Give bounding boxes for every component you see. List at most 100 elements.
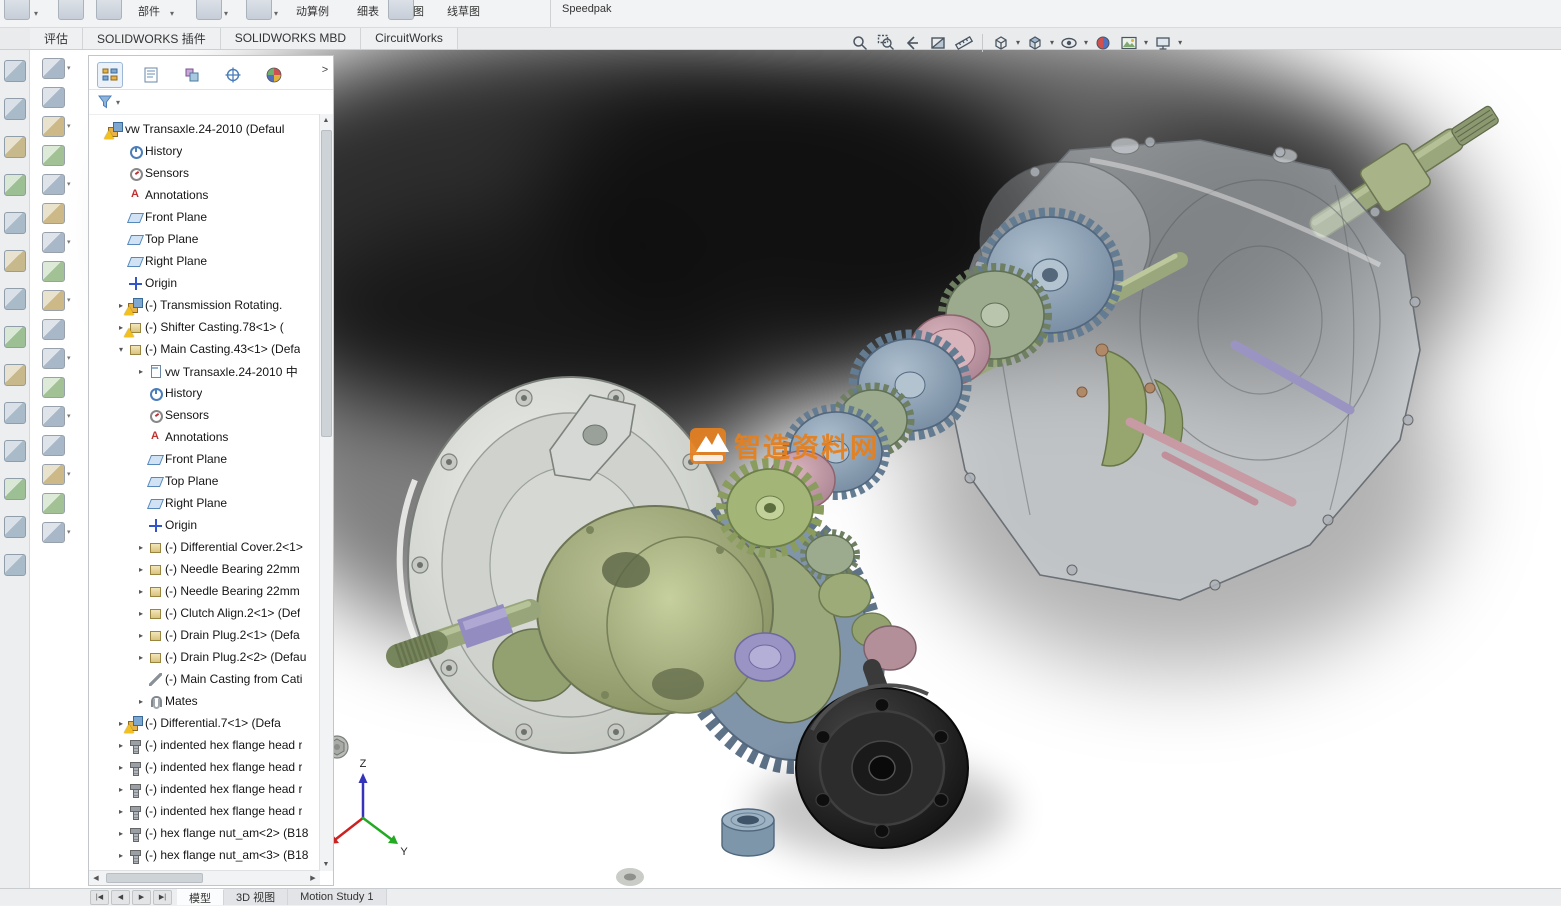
ribbon-button-insert-component[interactable]: 部件 [138, 3, 160, 19]
tree-item[interactable]: ▸(-) Shifter Casting.78<1> ( [89, 316, 320, 338]
tree-expand-arrow[interactable]: ▸ [115, 829, 127, 838]
tree-item[interactable]: Annotations [89, 426, 320, 448]
ribbon-dropdown-4[interactable] [274, 9, 278, 18]
tree-item[interactable]: ▸(-) Clutch Align.2<1> (Def [89, 602, 320, 624]
tree-item[interactable]: (-) Main Casting from Cati [89, 668, 320, 690]
dock-toolbar-icon-8[interactable] [42, 261, 65, 282]
scroll-left-arrow[interactable] [89, 874, 103, 882]
tree-expand-arrow[interactable]: ▸ [135, 587, 147, 596]
dock-toolbar-item-1[interactable] [42, 58, 90, 78]
tree-item[interactable]: Origin [89, 272, 320, 294]
tree-item[interactable]: ▸(-) Transmission Rotating. [89, 294, 320, 316]
ribbon-icon-3[interactable] [96, 0, 122, 20]
filter-icon[interactable] [97, 94, 113, 110]
apply-scene-dropdown[interactable] [1144, 38, 1148, 47]
scroll-down-arrow[interactable] [320, 858, 332, 871]
ribbon-dropdown-3[interactable] [224, 9, 228, 18]
ribbon-button-bom[interactable]: 细表 [357, 3, 379, 19]
tree-item[interactable]: Front Plane [89, 448, 320, 470]
ribbon-icon-6[interactable] [388, 0, 414, 20]
left-toolbar-icon-8[interactable] [4, 326, 26, 348]
tree-item[interactable]: ▸(-) Needle Bearing 22mm [89, 558, 320, 580]
ribbon-button-explode-line-sketch[interactable]: 线草图 [447, 3, 480, 19]
left-toolbar-icon-2[interactable] [4, 98, 26, 120]
tree-item[interactable]: History [89, 140, 320, 162]
horizontal-scroll-thumb[interactable] [106, 873, 203, 883]
dock-toolbar-item-13[interactable] [42, 406, 90, 426]
tree-item[interactable]: ▸(-) hex flange nut_am<3> (B18 [89, 844, 320, 866]
configurationmanager-tab[interactable] [179, 62, 205, 88]
tree-item[interactable]: ▸(-) Drain Plug.2<1> (Defa [89, 624, 320, 646]
model-carrier-bearing[interactable] [735, 633, 795, 681]
tree-expand-arrow[interactable]: ▸ [115, 851, 127, 860]
dock-toolbar-icon-6[interactable] [42, 203, 65, 224]
left-toolbar-icon-9[interactable] [4, 364, 26, 386]
dock-toolbar-icon-11[interactable] [42, 348, 65, 369]
view-settings-icon[interactable] [1151, 31, 1175, 55]
featuremanager-tab[interactable] [97, 62, 123, 88]
ribbon-icon-1[interactable] [4, 0, 30, 20]
tree-expand-arrow[interactable]: ▸ [115, 785, 127, 794]
tree-item[interactable]: vw Transaxle.24-2010 (Defaul [89, 118, 320, 140]
edit-appearance-icon[interactable] [1091, 31, 1115, 55]
dock-toolbar-item-7[interactable] [42, 232, 90, 252]
tree-item[interactable]: ▸(-) hex flange nut_am<2> (B18 [89, 822, 320, 844]
study-nav-button[interactable]: ▶| [153, 890, 172, 905]
tree-item[interactable]: Sensors [89, 404, 320, 426]
tree-item[interactable]: Sensors [89, 162, 320, 184]
ribbon-button-exploded-view[interactable]: 图 [413, 3, 424, 19]
panel-flyout-arrow[interactable] [318, 64, 332, 76]
zoom-area-icon[interactable] [874, 31, 898, 55]
commandmanager-tab[interactable]: SOLIDWORKS MBD [221, 27, 361, 49]
ribbon-icon-4[interactable] [196, 0, 222, 20]
study-nav-button[interactable]: |◀ [90, 890, 109, 905]
dock-toolbar-icon-9[interactable] [42, 290, 65, 311]
dock-toolbar-item-12[interactable] [42, 377, 90, 397]
view-settings-dropdown[interactable] [1178, 38, 1182, 47]
left-toolbar-icon-14[interactable] [4, 554, 26, 576]
ribbon-button-speedpak[interactable]: Speedpak [562, 3, 612, 15]
ribbon-icon-2[interactable] [58, 0, 84, 20]
left-toolbar-icon-5[interactable] [4, 212, 26, 234]
dock-toolbar-icon-7[interactable] [42, 232, 65, 253]
study-nav-button[interactable]: ◀ [111, 890, 130, 905]
tree-expand-arrow[interactable]: ▸ [135, 565, 147, 574]
ribbon-dropdown-2[interactable] [170, 9, 174, 18]
tree-expand-arrow[interactable]: ▸ [135, 631, 147, 640]
displaymanager-tab[interactable] [261, 62, 287, 88]
tree-item[interactable]: ▸Mates [89, 690, 320, 712]
commandmanager-tab[interactable]: SOLIDWORKS 插件 [83, 27, 221, 49]
tree-item[interactable]: Right Plane [89, 492, 320, 514]
hide-show-items-dropdown[interactable] [1084, 38, 1088, 47]
dock-toolbar-item-4[interactable] [42, 145, 90, 165]
dock-toolbar-item-3[interactable] [42, 116, 90, 136]
left-toolbar-icon-3[interactable] [4, 136, 26, 158]
dock-toolbar-icon-2[interactable] [42, 87, 65, 108]
dock-toolbar-icon-10[interactable] [42, 319, 65, 340]
tree-item[interactable]: ▾(-) Main Casting.43<1> (Defa [89, 338, 320, 360]
previous-view-icon[interactable] [900, 31, 924, 55]
left-toolbar-icon-11[interactable] [4, 440, 26, 462]
tree-item[interactable]: ▸(-) indented hex flange head r [89, 778, 320, 800]
dock-toolbar-item-6[interactable] [42, 203, 90, 223]
tree-expand-arrow[interactable]: ▸ [135, 697, 147, 706]
tree-expand-arrow[interactable]: ▸ [135, 367, 147, 376]
dock-toolbar-item-10[interactable] [42, 319, 90, 339]
dock-toolbar-icon-3[interactable] [42, 116, 65, 137]
view-orientation-icon[interactable] [989, 31, 1013, 55]
tree-item[interactable]: ▸(-) indented hex flange head r [89, 734, 320, 756]
section-view-icon[interactable] [926, 31, 950, 55]
dock-toolbar-item-9[interactable] [42, 290, 90, 310]
tree-item[interactable]: History [89, 382, 320, 404]
study-tab[interactable]: Motion Study 1 [288, 889, 386, 905]
dock-toolbar-item-14[interactable] [42, 435, 90, 455]
study-nav-button[interactable]: ▶ [132, 890, 151, 905]
view-orientation-dropdown[interactable] [1016, 38, 1020, 47]
filter-dropdown[interactable] [116, 98, 120, 107]
left-toolbar-icon-4[interactable] [4, 174, 26, 196]
apply-scene-icon[interactable] [1117, 31, 1141, 55]
hide-show-items-icon[interactable] [1057, 31, 1081, 55]
tree-expand-arrow[interactable]: ▸ [115, 763, 127, 772]
left-toolbar-icon-10[interactable] [4, 402, 26, 424]
dock-toolbar-icon-1[interactable] [42, 58, 65, 79]
